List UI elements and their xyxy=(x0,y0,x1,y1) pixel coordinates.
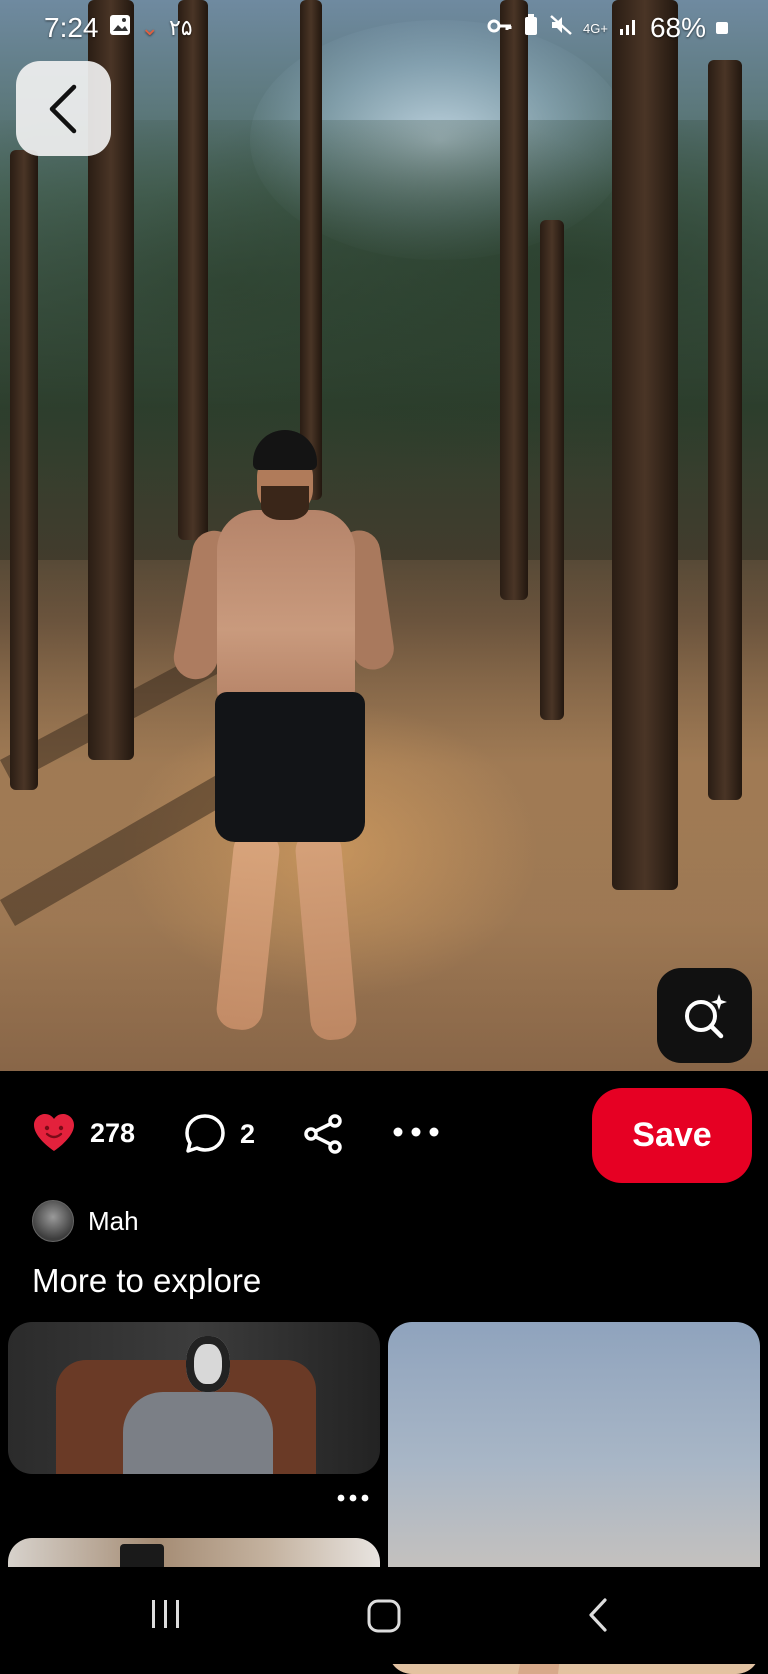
photo-subject xyxy=(170,430,415,1070)
battery-icon xyxy=(716,22,728,34)
network-type: 4G+ xyxy=(583,20,608,36)
share-button[interactable] xyxy=(302,1113,344,1160)
notification-icon: ⌄ xyxy=(140,15,159,40)
comment-count: 2 xyxy=(240,1118,256,1149)
comment-button[interactable]: 2 xyxy=(184,1113,255,1155)
tree-trunk xyxy=(540,220,564,720)
author-name[interactable]: Mah xyxy=(88,1206,139,1237)
recents-button[interactable] xyxy=(150,1597,182,1636)
like-count: 278 xyxy=(90,1117,136,1148)
comment-icon xyxy=(185,1114,225,1153)
signal-icon xyxy=(618,15,640,41)
pin-card-more-button[interactable] xyxy=(336,1490,370,1508)
save-button[interactable]: Save xyxy=(592,1088,752,1183)
pin-image[interactable] xyxy=(0,0,768,1071)
explore-pin-card[interactable] xyxy=(8,1322,380,1474)
more-icon xyxy=(337,1494,369,1502)
home-icon xyxy=(367,1599,401,1633)
status-time: 7:24 xyxy=(44,12,99,43)
visual-search-button[interactable] xyxy=(657,968,752,1063)
system-nav-bar xyxy=(0,1567,768,1664)
chevron-left-icon xyxy=(49,84,76,133)
section-title: More to explore xyxy=(32,1262,262,1299)
like-button[interactable]: 278 xyxy=(32,1113,135,1153)
cap xyxy=(253,430,317,470)
mute-icon xyxy=(549,14,573,42)
more-icon xyxy=(393,1127,439,1137)
tree-trunk xyxy=(300,0,322,500)
back-icon xyxy=(589,1598,607,1632)
status-date-badge: ۲۵ xyxy=(168,15,193,40)
system-back-button[interactable] xyxy=(585,1597,611,1638)
tree-trunk xyxy=(708,60,742,800)
gallery-icon xyxy=(109,14,131,42)
tree-trunk xyxy=(10,150,38,790)
tree-trunk xyxy=(500,0,528,600)
back-button[interactable] xyxy=(16,61,111,156)
pin-actions: 278 2 Save xyxy=(0,1085,768,1185)
home-button[interactable] xyxy=(366,1599,402,1638)
key-icon xyxy=(487,15,513,41)
tree-trunk xyxy=(612,0,678,890)
recents-icon xyxy=(152,1600,179,1628)
battery-level: 68% xyxy=(649,12,706,43)
pin-author[interactable]: Mah xyxy=(32,1200,139,1242)
battery-saver-icon xyxy=(523,14,539,42)
lens-search-icon xyxy=(684,993,727,1038)
heart-icon xyxy=(34,1114,74,1151)
status-bar: 7:24 ⌄ ۲۵ 4G+ 68% xyxy=(0,0,768,56)
more-options-button[interactable] xyxy=(392,1125,440,1143)
avatar[interactable] xyxy=(32,1200,74,1242)
skull-mask xyxy=(186,1336,230,1392)
share-icon xyxy=(304,1114,342,1154)
